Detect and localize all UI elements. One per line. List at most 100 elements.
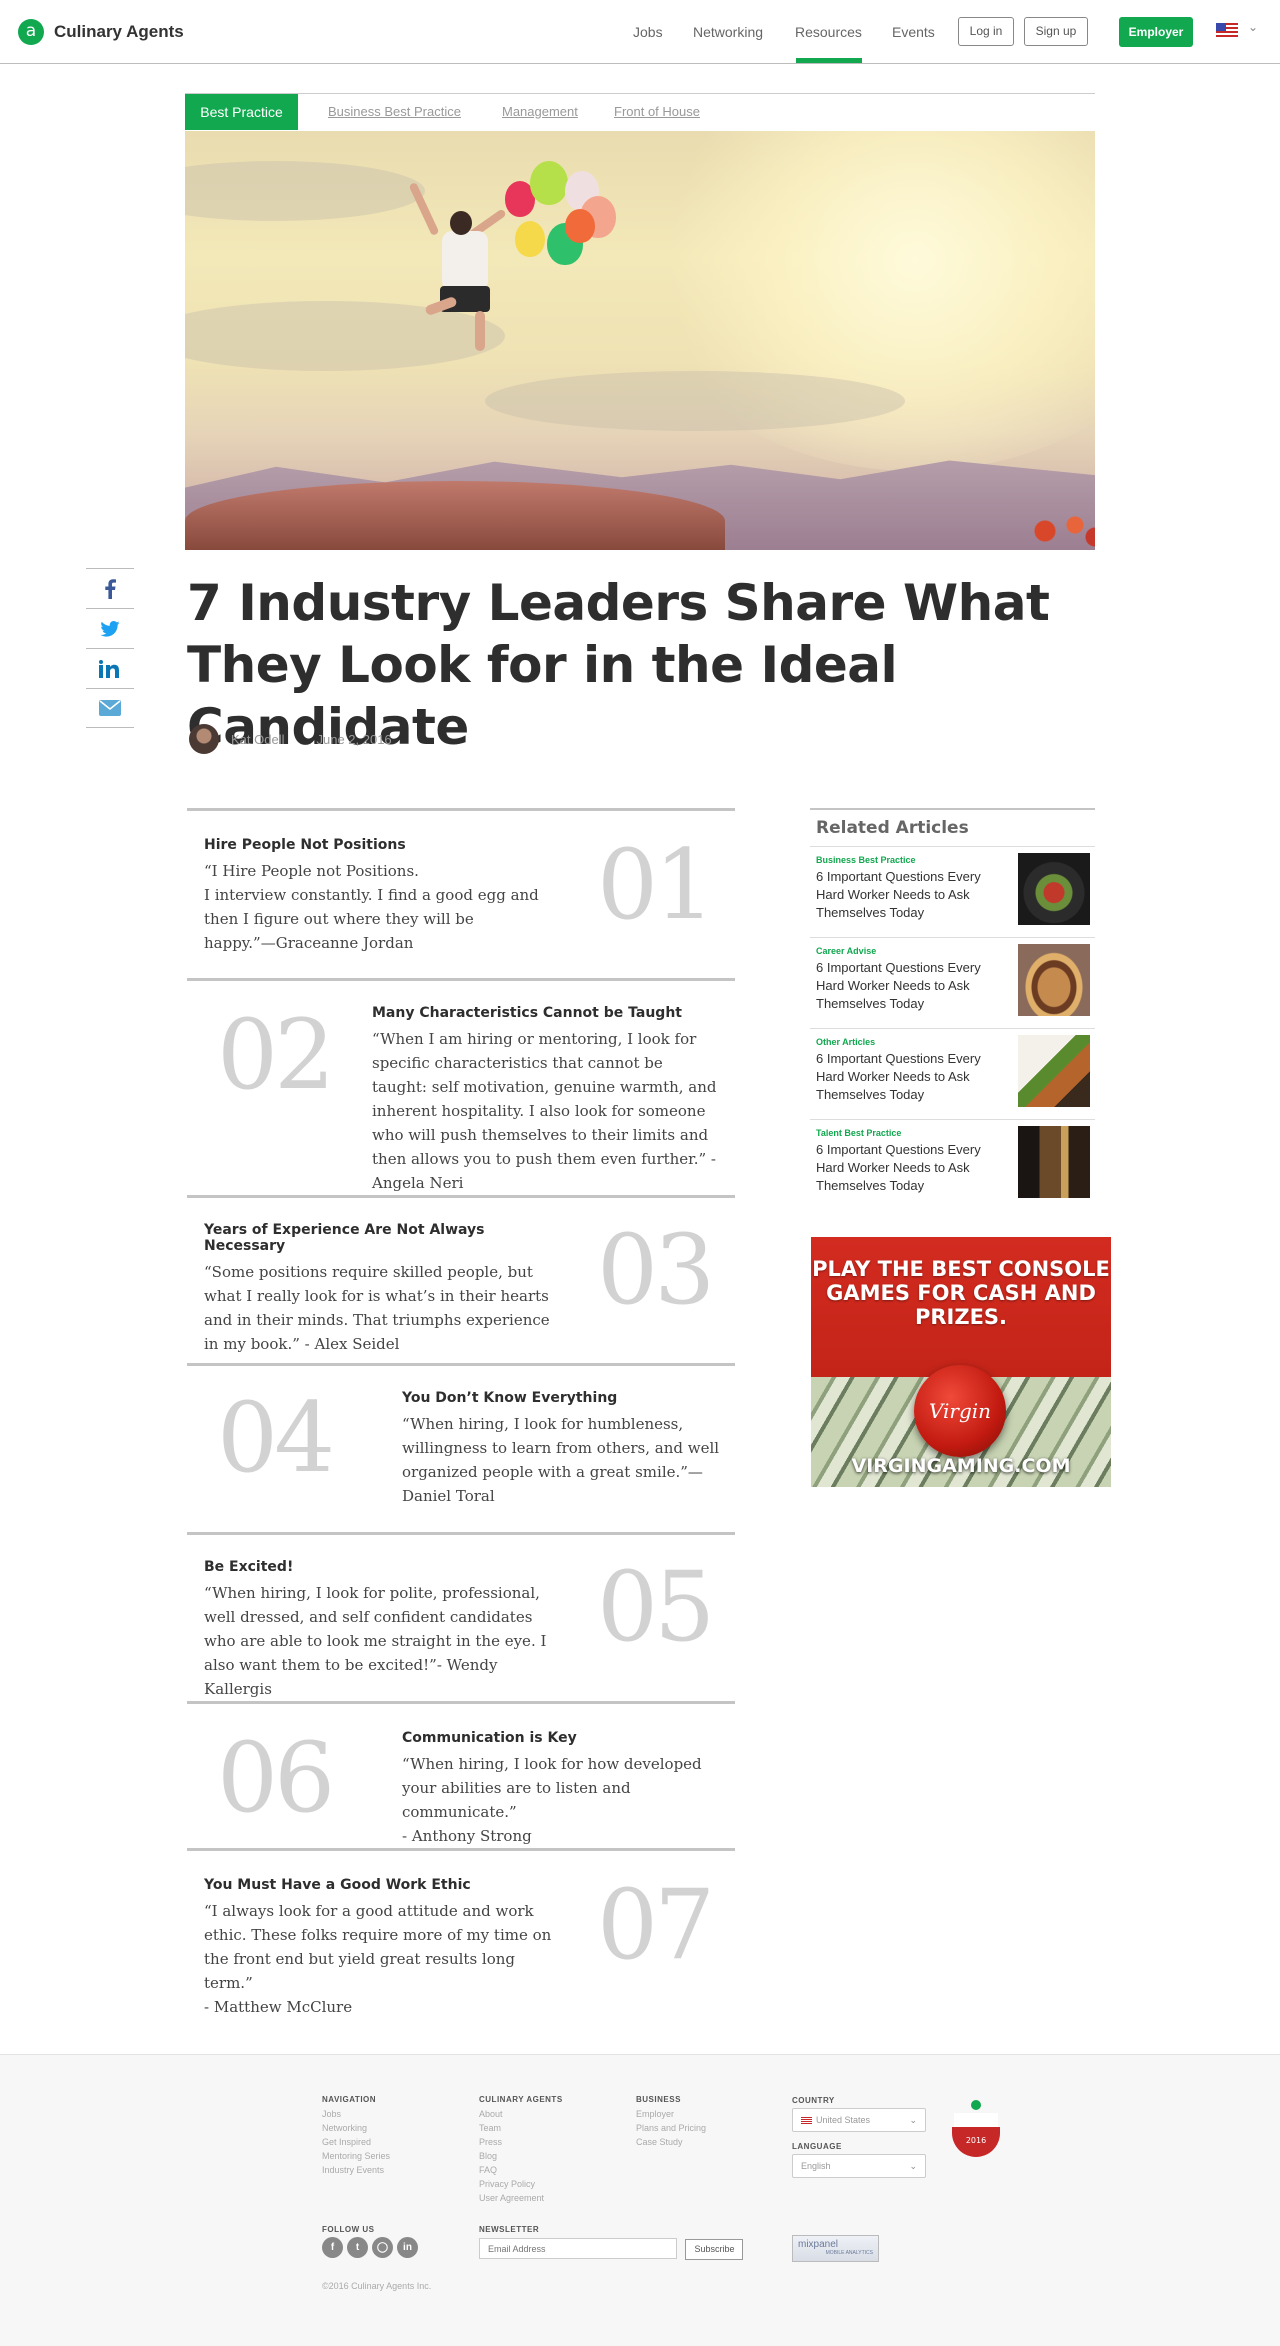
footer-link[interactable]: User Agreement: [479, 2191, 563, 2205]
author-name[interactable]: Kat Odell: [231, 732, 284, 747]
related-item[interactable]: Other Articles 6 Important Questions Eve…: [810, 1028, 1095, 1119]
nav-jobs[interactable]: Jobs: [633, 24, 663, 40]
logo-text: Culinary Agents: [54, 22, 184, 41]
facebook-share[interactable]: [86, 568, 134, 608]
footer-link[interactable]: Industry Events: [322, 2163, 390, 2177]
related-headline[interactable]: 6 Important Questions Every Hard Worker …: [816, 868, 1006, 922]
footer-link[interactable]: Press: [479, 2135, 563, 2149]
footer-link[interactable]: FAQ: [479, 2163, 563, 2177]
subscribe-button[interactable]: Subscribe: [685, 2238, 744, 2260]
footer-link[interactable]: Blog: [479, 2149, 563, 2163]
quote-body: “I always look for a good attitude and w…: [204, 1902, 552, 2016]
logo[interactable]: a Culinary Agents: [18, 19, 184, 45]
related-item[interactable]: Talent Best Practice 6 Important Questio…: [810, 1119, 1095, 1210]
related-thumbnail[interactable]: [1018, 1035, 1090, 1107]
category-link[interactable]: Business Best Practice: [328, 104, 461, 119]
related-category[interactable]: Business Best Practice: [816, 855, 916, 865]
balloon: [565, 209, 595, 243]
footer-follow: FOLLOW US f t ◯ in: [322, 2225, 418, 2258]
email-icon: [99, 700, 121, 716]
footer-link[interactable]: Get Inspired: [322, 2135, 390, 2149]
nav-events[interactable]: Events: [892, 24, 935, 40]
quote-block: You Must Have a Good Work Ethic “I alway…: [187, 1848, 735, 2016]
ad-headline: PLAY THE BEST CONSOLE GAMES FOR CASH AND…: [812, 1257, 1110, 1329]
quote-body: “I Hire People not Positions. I intervie…: [204, 862, 539, 952]
footer-link[interactable]: Case Study: [636, 2135, 706, 2149]
footer-link[interactable]: Employer: [636, 2107, 706, 2121]
footer-heading: NEWSLETTER: [479, 2225, 540, 2234]
employer-button[interactable]: Employer: [1119, 17, 1193, 47]
category-active[interactable]: Best Practice: [185, 94, 298, 130]
instagram-icon[interactable]: ◯: [372, 2237, 393, 2258]
country-value: United States: [816, 2115, 871, 2125]
logo-mark-icon: a: [18, 19, 44, 45]
us-flag-icon[interactable]: [1216, 23, 1238, 37]
related-headline[interactable]: 6 Important Questions Every Hard Worker …: [816, 1141, 1006, 1195]
related-thumbnail[interactable]: [1018, 1126, 1090, 1198]
footer-heading: FOLLOW US: [322, 2225, 375, 2234]
login-button[interactable]: Log in: [958, 17, 1014, 46]
newsletter-email-input[interactable]: [479, 2238, 677, 2259]
related-category[interactable]: Other Articles: [816, 1037, 875, 1047]
category-link[interactable]: Front of House: [614, 104, 700, 119]
footer-link[interactable]: Privacy Policy: [479, 2177, 563, 2191]
social-row: f t ◯ in: [322, 2237, 418, 2258]
related-thumbnail[interactable]: [1018, 853, 1090, 925]
hero-cloud: [485, 371, 905, 431]
us-flag-icon: [801, 2117, 812, 2125]
quote-text: Communication is Key “When hiring, I loo…: [402, 1730, 732, 1848]
person-body: [442, 231, 488, 291]
quote-text: Many Characteristics Cannot be Taught “W…: [372, 1005, 722, 1195]
related-category[interactable]: Career Advise: [816, 946, 876, 956]
related-category[interactable]: Talent Best Practice: [816, 1128, 901, 1138]
quote-block: 02 Many Characteristics Cannot be Taught…: [187, 978, 735, 1195]
quote-block: Be Excited! “When hiring, I look for pol…: [187, 1532, 735, 1701]
mixpanel-badge[interactable]: mixpanel MOBILE ANALYTICS: [792, 2235, 879, 2262]
chevron-down-icon[interactable]: ⌄: [1248, 20, 1258, 34]
country-select[interactable]: United States ⌄: [792, 2108, 926, 2132]
facebook-icon[interactable]: f: [322, 2237, 343, 2258]
linkedin-share[interactable]: [86, 648, 134, 688]
quote-number: 07: [597, 1869, 715, 1981]
related-headline[interactable]: 6 Important Questions Every Hard Worker …: [816, 1050, 1006, 1104]
award-badge-icon: 2016: [952, 2100, 1000, 2157]
linkedin-icon[interactable]: in: [397, 2237, 418, 2258]
twitter-share[interactable]: [86, 608, 134, 648]
footer-link[interactable]: Networking: [322, 2121, 390, 2135]
quote-block: 04 You Don’t Know Everything “When hirin…: [187, 1363, 735, 1532]
quote-heading: You Must Have a Good Work Ethic: [204, 1877, 471, 1893]
nav-resources[interactable]: Resources: [795, 24, 862, 40]
quote-block: Years of Experience Are Not Always Neces…: [187, 1195, 735, 1363]
publish-date: June 2, 2016: [316, 731, 392, 747]
chevron-down-icon: ⌄: [909, 2115, 917, 2125]
language-select[interactable]: English ⌄: [792, 2154, 926, 2178]
related-item[interactable]: Career Advise 6 Important Questions Ever…: [810, 937, 1095, 1028]
linkedin-icon: [99, 659, 119, 678]
quote-number: 05: [597, 1551, 715, 1663]
author-avatar[interactable]: [189, 724, 219, 754]
twitter-icon[interactable]: t: [347, 2237, 368, 2258]
signup-button[interactable]: Sign up: [1024, 17, 1088, 46]
footer-link[interactable]: Jobs: [322, 2107, 390, 2121]
footer-link[interactable]: About: [479, 2107, 563, 2121]
email-share[interactable]: [86, 688, 134, 728]
nav-active-indicator: [796, 58, 862, 63]
related-thumbnail[interactable]: [1018, 944, 1090, 1016]
related-headline[interactable]: 6 Important Questions Every Hard Worker …: [816, 959, 1006, 1013]
twitter-icon: [100, 620, 120, 637]
related-item[interactable]: Business Best Practice 6 Important Quest…: [810, 846, 1095, 937]
footer-culinary-agents: CULINARY AGENTS About Team Press Blog FA…: [479, 2095, 563, 2205]
footer-link[interactable]: Plans and Pricing: [636, 2121, 706, 2135]
chevron-down-icon: ⌄: [909, 2161, 917, 2171]
footer-link[interactable]: Mentoring Series: [322, 2149, 390, 2163]
footer-heading: BUSINESS: [636, 2095, 681, 2104]
quote-block: 06 Communication is Key “When hiring, I …: [187, 1701, 735, 1848]
nav-networking[interactable]: Networking: [693, 24, 763, 40]
category-link[interactable]: Management: [502, 104, 578, 119]
footer-newsletter: NEWSLETTER Subscribe: [479, 2225, 744, 2260]
related-articles: Related Articles Business Best Practice …: [810, 808, 1095, 1210]
advertisement[interactable]: PLAY THE BEST CONSOLE GAMES FOR CASH AND…: [811, 1237, 1111, 1487]
person-head: [450, 211, 472, 235]
mixpanel-sub: MOBILE ANALYTICS: [825, 2250, 873, 2256]
footer-link[interactable]: Team: [479, 2121, 563, 2135]
